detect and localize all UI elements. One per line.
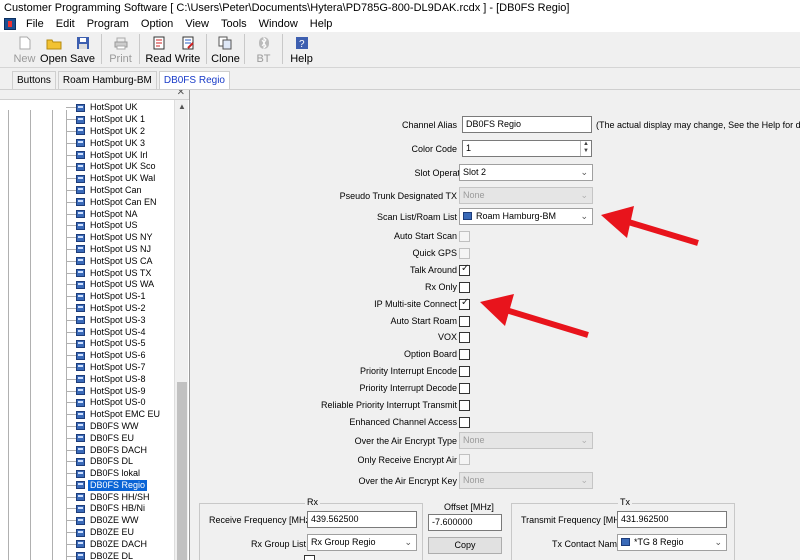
annotation-arrow-scan-list — [601, 206, 699, 246]
annotation-arrows — [480, 206, 699, 338]
annotation-arrow-ip-multisite — [480, 294, 589, 338]
